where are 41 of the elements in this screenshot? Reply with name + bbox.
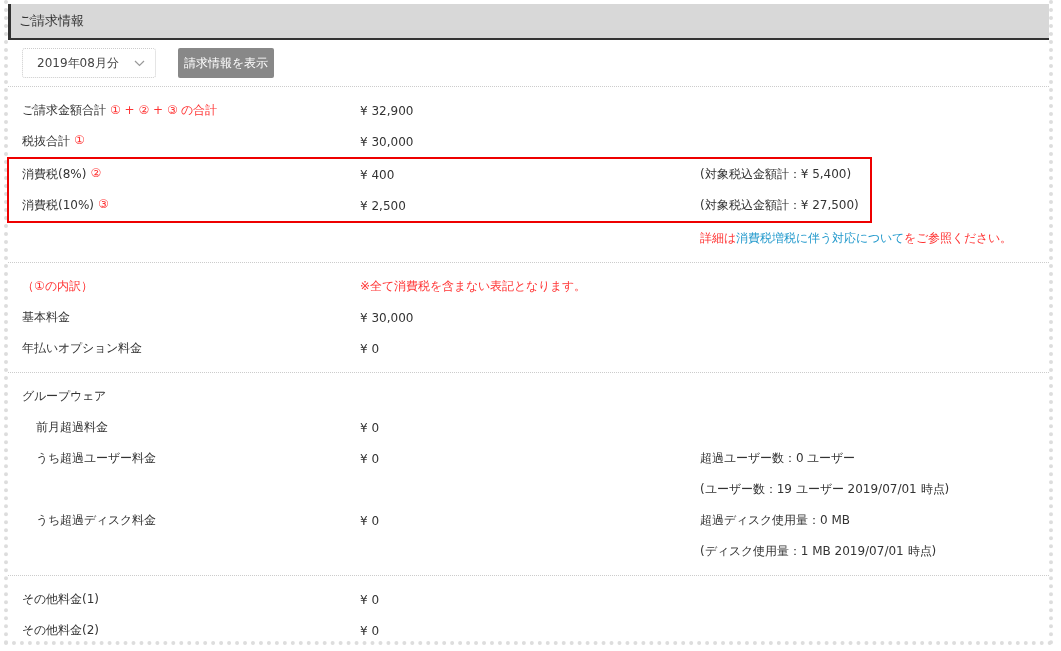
label-note: ②	[90, 166, 102, 182]
month-select[interactable]: 2019年08月分	[22, 48, 156, 78]
row-label: うち超過ディスク料金	[36, 512, 156, 529]
row-label: グループウェア	[22, 388, 106, 405]
row-value: ¥ 0	[360, 513, 380, 528]
row-value: ¥ 32,900	[360, 103, 414, 118]
row-note: (ディスク使用量：1 MB 2019/07/01 時点)	[700, 544, 937, 558]
notice-text: 詳細は消費税増税に伴う対応についてをご参照ください。	[700, 231, 1012, 245]
row-label: 前月超過料金	[36, 419, 108, 436]
chevron-down-icon	[134, 59, 145, 67]
row-value: ¥ 400	[360, 167, 395, 182]
row-value: ※全て消費税を含まない表記となります。	[360, 279, 587, 293]
label-note: ①	[74, 133, 85, 149]
row-label: 税抜合計	[22, 133, 70, 150]
row-note: 超過ユーザー数：0 ユーザー	[700, 451, 856, 465]
row-label: ご請求金額合計	[22, 102, 106, 119]
row-note: (ユーザー数：19 ユーザー 2019/07/01 時点)	[700, 482, 950, 496]
row-label: その他料金(1)	[22, 591, 99, 608]
panel-title: ご請求情報	[19, 12, 84, 30]
row-value: ¥ 0	[360, 420, 380, 435]
row-note: 超過ディスク使用量：0 MB	[700, 513, 851, 527]
row-label: うち超過ユーザー料金	[36, 450, 156, 467]
row-label: 消費税(10%)	[22, 197, 95, 214]
row-label: 消費税(8%)	[22, 166, 87, 183]
row-label: その他料金(2)	[22, 622, 99, 639]
row-value: ¥ 30,000	[360, 310, 414, 325]
show-billing-button[interactable]: 請求情報を表示	[178, 48, 274, 78]
row-label: 年払いオプション料金	[22, 340, 142, 357]
row-value: ¥ 0	[360, 623, 380, 638]
row-label: 基本料金	[22, 309, 70, 326]
row-value: ¥ 2,500	[360, 198, 406, 213]
row-value: ¥ 0	[360, 592, 380, 607]
tax-info-link[interactable]: 消費税増税に伴う対応について	[736, 231, 904, 245]
label-note: ① + ② + ③ の合計	[110, 102, 218, 119]
row-label: （①の内訳）	[22, 278, 93, 295]
row-note: (対象税込金額計：¥ 27,500)	[700, 198, 859, 212]
row-value: ¥ 30,000	[360, 134, 414, 149]
row-value: ¥ 0	[360, 451, 380, 466]
label-note: ③	[98, 197, 109, 213]
row-note: (対象税込金額計：¥ 5,400)	[700, 167, 852, 181]
row-value: ¥ 0	[360, 341, 380, 356]
